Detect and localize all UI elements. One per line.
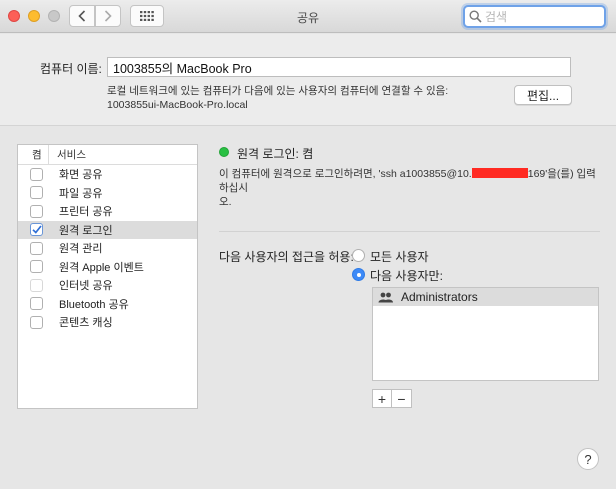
service-label: 콘텐츠 캐싱 (59, 317, 113, 330)
group-icon (378, 292, 393, 302)
computer-name-field[interactable] (107, 57, 571, 77)
search-input[interactable] (485, 8, 597, 25)
all-users-label[interactable]: 모든 사용자 (370, 248, 429, 265)
computer-name-section: 컴퓨터 이름: 로컬 네트워크에 있는 컴퓨터가 다음에 있는 사용자의 컴퓨터… (0, 34, 616, 126)
service-row[interactable]: 파일 공유 (18, 184, 197, 203)
status-indicator-icon (219, 147, 229, 157)
sharing-main: 켬 서비스 화면 공유파일 공유프린터 공유원격 로그인원격 관리원격 Appl… (0, 127, 616, 425)
service-label: 인터넷 공유 (59, 280, 113, 293)
service-checkbox[interactable] (30, 167, 43, 181)
search-icon (469, 10, 482, 23)
column-header-on[interactable]: 켬 (18, 145, 49, 164)
services-list-header: 켬 서비스 (18, 145, 197, 165)
ssh-instructions-part3: 오. (219, 196, 232, 208)
service-row[interactable]: 인터넷 공유 (18, 276, 197, 295)
allowed-users-list[interactable]: Administrators (372, 287, 599, 381)
list-item[interactable]: Administrators (373, 288, 598, 306)
computer-name-label: 컴퓨터 이름: (40, 62, 102, 76)
service-label: 원격 관리 (59, 243, 103, 256)
local-hostname: 1003855ui-MacBook-Pro.local (107, 99, 248, 111)
service-checkbox[interactable] (30, 241, 43, 255)
service-row[interactable]: 원격 관리 (18, 239, 197, 258)
all-users-radio[interactable] (352, 249, 365, 262)
service-checkbox[interactable] (30, 315, 43, 329)
user-name: Administrators (401, 290, 478, 304)
redacted-ip-block (471, 168, 528, 178)
checkmark-icon (31, 225, 42, 235)
service-label: 원격 로그인 (59, 224, 113, 237)
service-label: Bluetooth 공유 (59, 298, 129, 311)
description-line: 로컬 네트워크에 있는 컴퓨터가 다음에 있는 사용자의 컴퓨터에 연결할 수 … (107, 85, 449, 97)
edit-hostname-button[interactable]: 편집... (514, 85, 572, 105)
service-label: 파일 공유 (59, 187, 103, 200)
service-checkbox[interactable] (30, 260, 43, 274)
help-button[interactable]: ? (577, 448, 599, 470)
services-list[interactable]: 켬 서비스 화면 공유파일 공유프린터 공유원격 로그인원격 관리원격 Appl… (17, 144, 198, 409)
service-row[interactable]: 콘텐츠 캐싱 (18, 313, 197, 332)
service-checkbox[interactable] (30, 297, 43, 311)
computer-name-description: 로컬 네트워크에 있는 컴퓨터가 다음에 있는 사용자의 컴퓨터에 연결할 수 … (107, 84, 448, 112)
service-row[interactable]: 화면 공유 (18, 165, 197, 184)
service-row[interactable]: 프린터 공유 (18, 202, 197, 221)
service-row[interactable]: 원격 로그인 (18, 220, 197, 239)
title-bar: 공유 (0, 0, 616, 33)
service-label: 화면 공유 (59, 169, 103, 182)
service-row[interactable]: Bluetooth 공유 (18, 295, 197, 314)
remove-user-button[interactable]: − (392, 389, 412, 408)
column-header-service[interactable]: 서비스 (49, 147, 86, 162)
service-checkbox (30, 278, 43, 292)
ssh-instructions-part1: 이 컴퓨터에 원격으로 로그인하려면, 'ssh a1003855@10. (219, 168, 472, 180)
ssh-instructions: 이 컴퓨터에 원격으로 로그인하려면, 'ssh a1003855@10. 169… (219, 167, 599, 209)
divider (219, 231, 600, 232)
search-field[interactable] (463, 5, 606, 28)
only-these-users-radio[interactable] (352, 268, 365, 281)
add-user-button[interactable]: + (372, 389, 392, 408)
service-checkbox[interactable] (30, 204, 43, 218)
service-status: 원격 로그인: 켬 (237, 147, 314, 161)
service-row[interactable]: 원격 Apple 이벤트 (18, 258, 197, 277)
service-label: 프린터 공유 (59, 206, 113, 219)
only-these-users-label[interactable]: 다음 사용자만: (370, 267, 443, 284)
service-label: 원격 Apple 이벤트 (59, 261, 144, 274)
service-checkbox[interactable] (30, 186, 43, 200)
access-label: 다음 사용자의 접근을 허용: (219, 250, 354, 264)
service-checkbox[interactable] (30, 223, 43, 237)
